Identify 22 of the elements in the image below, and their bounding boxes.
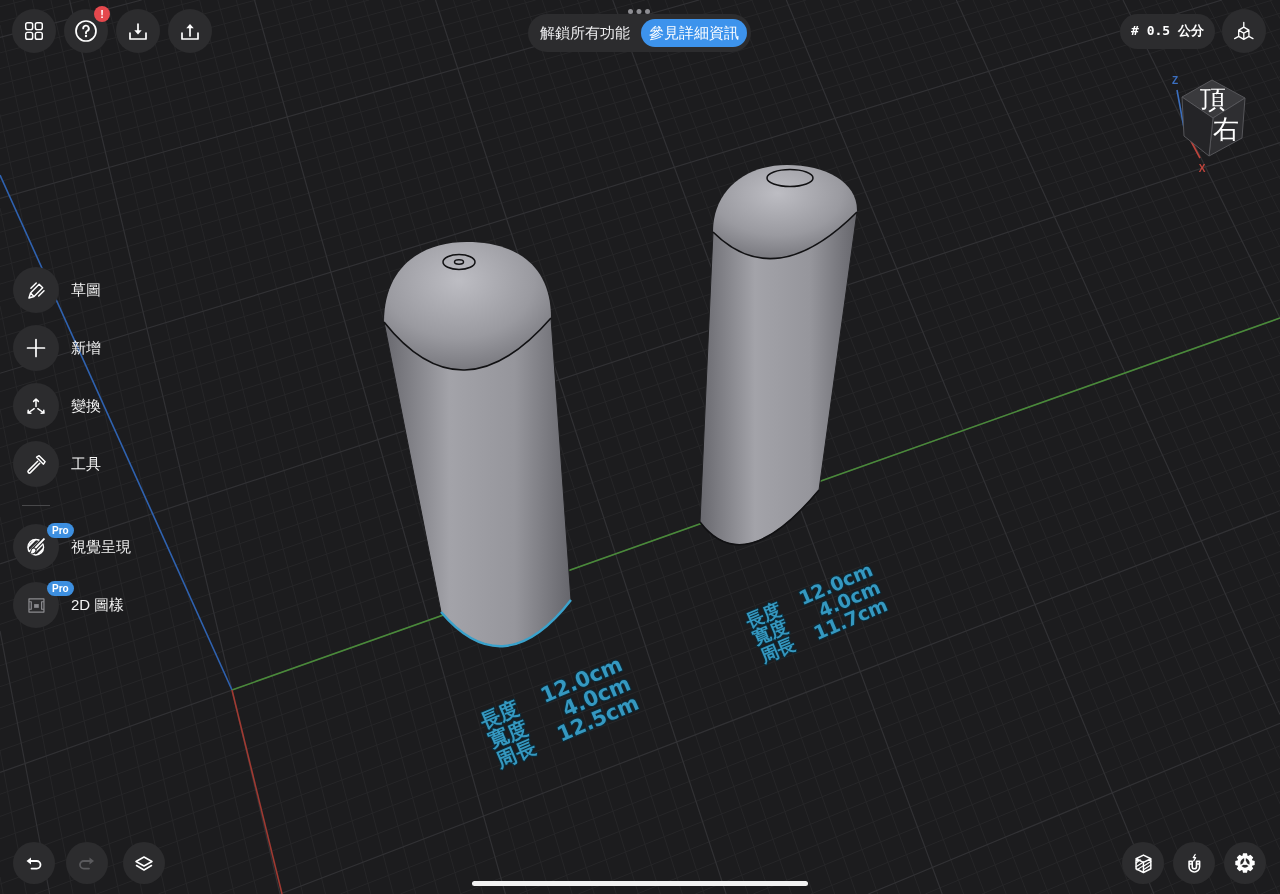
promo-text: 解鎖所有功能 — [539, 23, 630, 43]
sidebar-item[interactable]: 工具 — [13, 441, 101, 487]
cube-face-label: 右 — [1213, 114, 1239, 144]
pro-badge: Pro — [47, 523, 74, 538]
redo-icon — [79, 856, 95, 870]
axis-label: X — [1198, 163, 1206, 174]
undo-icon — [26, 856, 42, 870]
sidebar-item[interactable]: 變換 — [13, 383, 101, 429]
cube-icon — [1234, 22, 1254, 40]
magnet-icon — [1187, 853, 1201, 873]
download-icon — [129, 22, 147, 40]
layers-icon — [135, 855, 153, 871]
grid-icon — [25, 22, 43, 40]
ellipsis-icon — [628, 9, 650, 14]
sidebar-item[interactable]: 草圖 — [13, 267, 101, 313]
cube-face-label: 頂 — [1200, 84, 1226, 114]
settings-icon — [1235, 853, 1255, 873]
hatched-box-icon — [1134, 853, 1152, 873]
upload-icon — [181, 22, 199, 40]
axis-label: Z — [1171, 75, 1179, 86]
help-icon — [75, 20, 97, 42]
pro-badge: Pro — [47, 581, 74, 596]
